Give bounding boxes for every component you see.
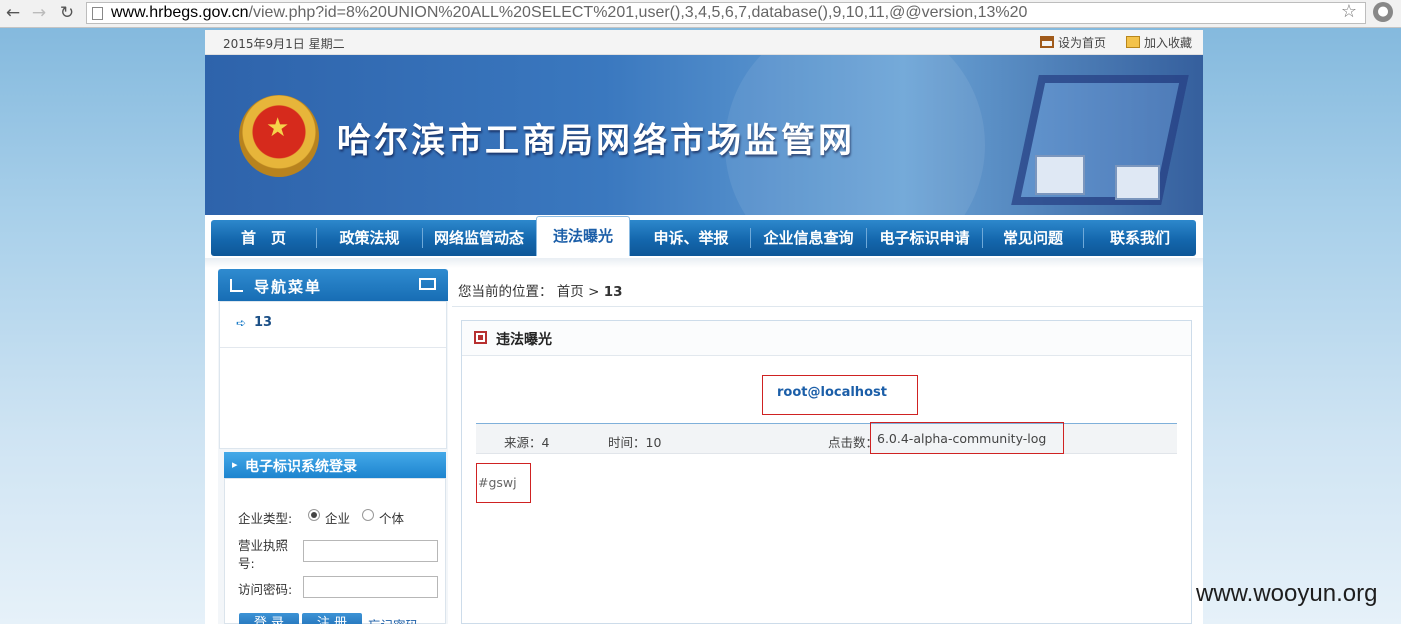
watermark-text: www.wooyun.org — [1196, 580, 1378, 607]
article-title-box: root@localhost — [762, 375, 918, 415]
main-navigation: 首 页 政策法规 网络监管动态 违法曝光 申诉、举报 企业信息查询 电子标识申请… — [211, 216, 1196, 256]
login-header: ▸ 电子标识系统登录 — [224, 452, 446, 478]
nav-supervision-news[interactable]: 网络监管动态 — [423, 220, 535, 256]
radio-company-label: 企业 — [325, 511, 351, 526]
nav-home[interactable]: 首 页 — [211, 220, 316, 256]
browser-toolbar: ← → ↻ www.hrbegs.gov.cn/view.php?id=8%20… — [0, 0, 1401, 28]
page-icon — [92, 7, 103, 20]
register-button[interactable]: 注 册 — [302, 613, 362, 624]
article-hits-box: 6.0.4-alpha-community-log — [870, 422, 1064, 454]
breadcrumb-prefix: 您当前的位置： — [458, 284, 553, 300]
national-emblem-logo: ★ — [239, 95, 319, 177]
panel-title: 违法曝光 — [496, 332, 552, 348]
site-banner: ★ 哈尔滨市工商局网络市场监管网 — [205, 55, 1203, 215]
divider — [452, 306, 1203, 307]
back-icon[interactable]: ← — [2, 2, 24, 24]
nav-complaint-report[interactable]: 申诉、举报 — [633, 220, 749, 256]
nav-shadow — [205, 258, 1203, 268]
add-favorite-label: 加入收藏 — [1144, 36, 1193, 50]
license-number-input[interactable] — [303, 540, 438, 562]
sidebar-header: 导航菜单 — [218, 269, 448, 301]
login-form: 企业类型: 企业 个体 营业执照 号: 访问密码: 登 录 注 册 忘记密码 — [224, 478, 446, 624]
license-label-line2: 号: — [238, 556, 255, 571]
radio-individual[interactable] — [362, 509, 374, 521]
forward-icon[interactable]: → — [28, 2, 50, 24]
set-homepage-label: 设为首页 — [1058, 36, 1107, 50]
monitor-icon — [419, 278, 436, 290]
radio-company[interactable] — [308, 509, 320, 521]
sidebar-item-label: 13 — [254, 315, 273, 330]
nav-policy[interactable]: 政策法规 — [317, 220, 422, 256]
login-button[interactable]: 登 录 — [239, 613, 299, 624]
sidebar: 导航菜单 ➪ 13 ▸ 电子标识系统登录 企业类型: 企业 个体 营业执照 号:… — [218, 269, 448, 624]
set-homepage-link[interactable]: 设为首页 — [1040, 34, 1106, 51]
current-date: 2015年9月1日 星期二 — [223, 37, 345, 51]
article-meta: 来源：4 时间：10 点击数： 6.0.4-alpha-community-lo… — [476, 422, 1177, 454]
breadcrumb-home[interactable]: 首页 — [557, 284, 584, 300]
login-title: 电子标识系统登录 — [245, 459, 357, 475]
banner-cube-graphic-2 — [1115, 165, 1160, 200]
nav-company-query[interactable]: 企业信息查询 — [751, 220, 866, 256]
article-body: #gswj — [478, 475, 517, 490]
forgot-password-link[interactable]: 忘记密码 — [368, 615, 418, 624]
article-source: 来源：4 — [504, 435, 550, 450]
article-time: 时间：10 — [608, 435, 662, 450]
radio-individual-label: 个体 — [379, 511, 405, 526]
top-bar: 2015年9月1日 星期二 设为首页 加入收藏 — [205, 30, 1203, 55]
password-input[interactable] — [303, 576, 438, 598]
arrow-right-icon: ➪ — [236, 316, 247, 330]
globe-icon[interactable]: ● — [1373, 2, 1393, 22]
article-panel: 违法曝光 root@localhost 来源：4 时间：10 点击数： 6.0.… — [461, 320, 1192, 624]
bookmark-star-icon[interactable]: ☆ — [1341, 1, 1357, 22]
home-icon — [1040, 36, 1054, 48]
emblem-star-icon: ★ — [266, 113, 290, 143]
company-type-label: 企业类型: — [238, 511, 293, 526]
url-text: www.hrbegs.gov.cn/view.php?id=8%20UNION%… — [111, 4, 1027, 22]
url-host: www.hrbegs.gov.cn — [111, 4, 249, 21]
panel-header: 违法曝光 — [462, 321, 1191, 356]
license-label-line1: 营业执照 — [238, 538, 289, 553]
article-title: root@localhost — [777, 385, 887, 400]
breadcrumb: 您当前的位置： 首页 > 13 — [458, 280, 623, 300]
folder-icon — [1126, 36, 1140, 48]
sidebar-title: 导航菜单 — [254, 278, 323, 296]
sidebar-menu: ➪ 13 — [219, 301, 447, 449]
address-bar[interactable]: www.hrbegs.gov.cn/view.php?id=8%20UNION%… — [86, 1, 1366, 24]
nav-e-label-apply[interactable]: 电子标识申请 — [867, 220, 982, 256]
triangle-right-icon: ▸ — [232, 458, 238, 471]
nav-contact[interactable]: 联系我们 — [1084, 220, 1196, 256]
password-label: 访问密码: — [238, 582, 293, 597]
menu-square-icon — [230, 279, 243, 292]
nav-violation-exposure[interactable]: 违法曝光 — [536, 216, 630, 256]
article-hits-value: 6.0.4-alpha-community-log — [877, 431, 1047, 446]
add-favorite-link[interactable]: 加入收藏 — [1126, 34, 1192, 51]
article-body-box: #gswj — [476, 463, 531, 503]
nav-faq[interactable]: 常见问题 — [983, 220, 1083, 256]
site-container: 2015年9月1日 星期二 设为首页 加入收藏 ★ 哈尔滨市工商局网络市场监管网… — [205, 30, 1203, 624]
sidebar-item[interactable]: ➪ 13 — [220, 302, 446, 348]
banner-cube-graphic — [1035, 155, 1085, 195]
breadcrumb-current: 13 — [603, 284, 623, 300]
reload-icon[interactable]: ↻ — [56, 2, 78, 24]
url-path: /view.php?id=8%20UNION%20ALL%20SELECT%20… — [248, 4, 1028, 21]
site-title: 哈尔滨市工商局网络市场监管网 — [337, 121, 855, 161]
breadcrumb-separator: > — [588, 284, 600, 300]
red-square-icon — [474, 331, 487, 344]
